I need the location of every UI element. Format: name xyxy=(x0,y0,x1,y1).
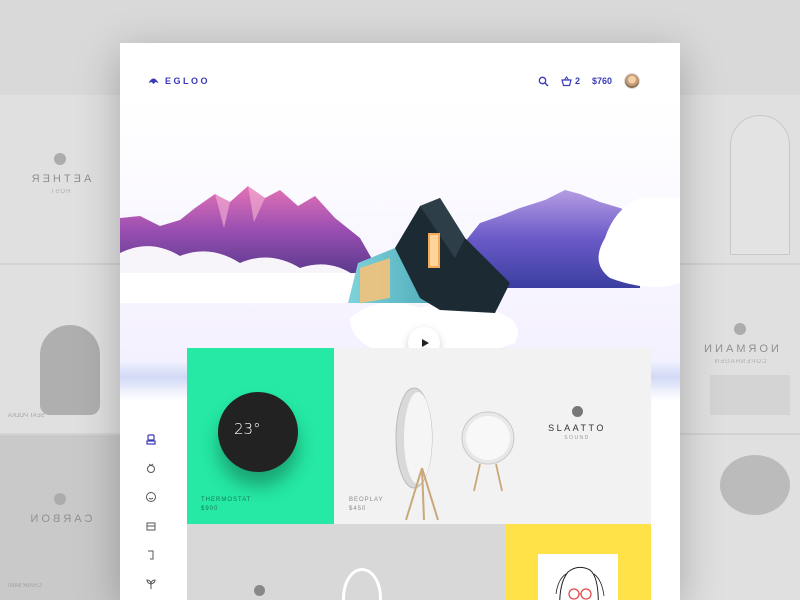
table-image xyxy=(710,375,790,415)
carbon-logo-icon xyxy=(54,493,66,505)
play-icon xyxy=(421,339,429,347)
background-tile-aether: AETHER HOST xyxy=(0,95,120,265)
normann-logo-icon xyxy=(734,323,746,335)
background-caption: CHAIR $480 xyxy=(8,583,42,589)
background-tile-figure xyxy=(680,95,800,265)
portrait-sketch xyxy=(555,566,605,600)
brand-subtitle: SOUND xyxy=(564,435,590,441)
thermostat-temperature: 23° xyxy=(234,420,261,438)
umbrella-icon xyxy=(148,78,159,84)
product-grid: 23° THERMOSTAT $900 SLAATTO SOUND BEOPLA… xyxy=(187,348,651,600)
product-card-thermostat[interactable]: 23° THERMOSTAT $900 xyxy=(187,348,334,524)
background-left-column: AETHER HOST SEAT POLKA CARBON CHAIR $480 xyxy=(0,95,120,600)
aether-logo-icon xyxy=(54,153,66,165)
category-rail xyxy=(145,433,161,590)
cart-total[interactable]: $760 xyxy=(592,76,612,86)
product-name: BEOPLAY xyxy=(349,497,384,503)
brand-block: SLAATTO SOUND xyxy=(542,406,612,441)
person-image xyxy=(730,115,790,255)
nav-actions: 2 $760 xyxy=(538,73,640,89)
hero-banner xyxy=(120,98,680,388)
top-navigation: EGLOO 2 $760 xyxy=(120,43,680,123)
background-tile-seat: SEAT POLKA xyxy=(0,265,120,435)
background-brand: AETHER xyxy=(28,173,92,185)
cube-icon[interactable] xyxy=(145,520,157,532)
brand-name: EGLOO xyxy=(165,76,211,86)
cart-button[interactable]: 2 xyxy=(561,75,580,87)
background-brand: CARBON xyxy=(27,513,93,525)
background-tile-normann: NORMANN COPENHAGEN xyxy=(680,265,800,435)
plant-image xyxy=(720,455,790,515)
brand-logo-icon xyxy=(254,585,265,596)
product-name: THERMOSTAT xyxy=(201,497,252,503)
background-brand: NORMANN xyxy=(701,343,779,355)
ring-lamp-image xyxy=(342,568,382,600)
background-sub: COPENHAGEN xyxy=(713,359,767,365)
hero-illustration xyxy=(120,98,680,388)
brand-logo[interactable]: EGLOO xyxy=(148,76,210,86)
plant-icon[interactable] xyxy=(145,578,157,590)
search-icon[interactable] xyxy=(538,76,549,87)
smiley-icon[interactable] xyxy=(145,491,157,503)
background-tile-plant xyxy=(680,435,800,600)
brand-name: SLAATTO xyxy=(548,423,606,433)
background-tile-carbon: CARBON CHAIR $480 xyxy=(0,435,120,600)
background-sub: HOST xyxy=(49,189,71,195)
product-card-sketch[interactable] xyxy=(505,524,651,600)
product-price: $450 xyxy=(349,506,367,512)
main-page: EGLOO 2 $760 23° THERMOSTAT $900 SLAATTO… xyxy=(120,43,680,600)
background-right-column: NORMANN COPENHAGEN xyxy=(680,95,800,600)
sketch-image xyxy=(538,554,618,600)
cart-count: 2 xyxy=(574,76,580,86)
user-avatar[interactable] xyxy=(624,73,640,89)
phone-icon[interactable] xyxy=(145,549,157,561)
product-card-beoplay[interactable]: SLAATTO SOUND BEOPLAY $450 xyxy=(334,348,651,524)
ring-icon[interactable] xyxy=(145,462,157,474)
background-caption: SEAT POLKA xyxy=(8,413,45,419)
chair-image xyxy=(40,325,100,415)
slaatto-logo-icon xyxy=(571,406,583,417)
thermostat-dial: 23° xyxy=(218,392,298,472)
product-card-lamp[interactable] xyxy=(187,524,505,600)
robot-icon[interactable] xyxy=(145,433,157,445)
basket-icon xyxy=(561,75,572,86)
product-price: $900 xyxy=(201,506,219,512)
